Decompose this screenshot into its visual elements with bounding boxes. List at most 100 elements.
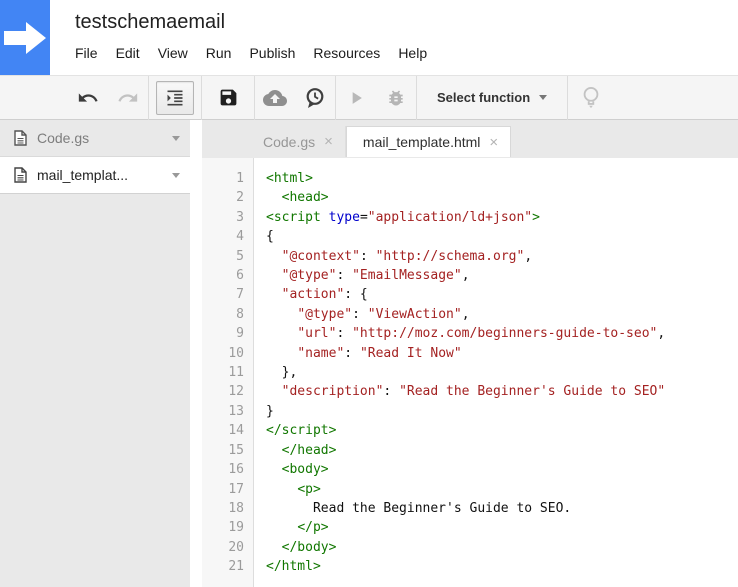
file-name: mail_templat... (37, 167, 129, 183)
menu-help[interactable]: Help (389, 41, 436, 65)
code-token-tag: </html> (266, 559, 321, 575)
history-clock-icon (303, 86, 327, 110)
code-token-tag: </p> (297, 520, 329, 536)
menu-view[interactable]: View (149, 41, 197, 65)
code-line[interactable]: <head> (266, 188, 738, 207)
panel-resizer[interactable] (190, 120, 202, 587)
file-name: Code.gs (37, 130, 90, 146)
line-number: 6 (236, 268, 244, 284)
code-token-plain: Read the Beginner's Guide to SEO. (266, 500, 572, 516)
code-content[interactable]: <html> <head> <script type="application/l… (254, 158, 738, 587)
code-token-tag: </body> (281, 539, 337, 555)
undo-icon (77, 87, 99, 109)
code-line[interactable]: "name": "Read It Now" (266, 344, 738, 363)
chevron-down-icon (539, 95, 548, 100)
menubar: File Edit View Run Publish Resources Hel… (66, 41, 436, 65)
tab-mail-template-html[interactable]: mail_template.html × (345, 126, 512, 157)
code-line[interactable]: Read the Beginner's Guide to SEO. (266, 499, 738, 518)
project-title[interactable]: testschemaemail (75, 9, 436, 35)
code-line[interactable]: </html> (266, 557, 738, 576)
code-line[interactable]: <p> (266, 480, 738, 499)
close-icon[interactable]: × (324, 134, 333, 149)
code-line[interactable]: "url": "http://moz.com/beginners-guide-t… (266, 324, 738, 343)
file-item-code-gs[interactable]: Code.gs (0, 120, 190, 157)
select-function-dropdown[interactable]: Select function (417, 76, 567, 120)
code-token-str: "Read the Beginner's Guide to SEO" (399, 384, 666, 400)
code-token-tag: > (532, 209, 540, 225)
line-number-gutter[interactable]: 1 2 3 4 5 6 7 8 9 10 11 12 13 14 15 16 17 18 19 20 21 (202, 158, 254, 587)
code-token-plain: }, (266, 365, 298, 381)
code-token-plain: : (359, 248, 376, 264)
code-editor[interactable]: 1 2 3 4 5 6 7 8 9 10 11 12 13 14 15 16 17 18 19 20 21 <html>… (202, 158, 738, 587)
line-number: 1 (236, 171, 244, 186)
debug-button[interactable] (376, 76, 416, 120)
menu-edit[interactable]: Edit (107, 41, 149, 65)
history-button[interactable] (295, 76, 335, 120)
tab-code-gs[interactable]: Code.gs × (247, 126, 346, 157)
code-token-tag: <script (266, 209, 321, 225)
indent-button[interactable] (156, 80, 194, 115)
code-token-str: "action" (281, 287, 345, 303)
menu-resources[interactable]: Resources (304, 41, 389, 65)
code-token-tag: <head> (281, 190, 329, 206)
code-line[interactable]: <body> (266, 460, 738, 479)
code-line[interactable]: "@context": "http://schema.org", (266, 247, 738, 266)
code-line[interactable]: } (266, 402, 738, 421)
code-line[interactable]: }, (266, 363, 738, 382)
line-number: 13 (228, 403, 244, 419)
code-line[interactable]: </head> (266, 441, 738, 460)
chevron-down-icon[interactable] (172, 135, 180, 141)
chevron-down-icon[interactable] (172, 172, 180, 178)
save-button[interactable] (202, 76, 254, 120)
code-line[interactable]: </script> (266, 421, 738, 440)
code-line[interactable]: <html> (266, 169, 738, 188)
ideas-button[interactable] (568, 76, 614, 120)
run-button[interactable] (336, 76, 376, 120)
code-line[interactable]: { (266, 227, 738, 246)
close-icon[interactable]: × (489, 135, 498, 150)
code-line[interactable]: <script type="application/ld+json"> (266, 208, 738, 227)
lightbulb-icon (580, 85, 602, 111)
code-token-str: "application/ld+json" (367, 209, 533, 225)
line-number: 21 (228, 559, 244, 575)
line-number: 20 (228, 539, 244, 555)
code-line[interactable]: "@type": "ViewAction", (266, 305, 738, 324)
code-line[interactable]: "description": "Read the Beginner's Guid… (266, 382, 738, 401)
code-token-str: "http://moz.com/beginners-guide-to-seo" (352, 326, 658, 342)
code-token-plain: : (352, 306, 368, 322)
deploy-button[interactable] (255, 76, 295, 120)
menu-publish[interactable]: Publish (240, 41, 304, 65)
undo-button[interactable] (68, 76, 108, 120)
editor-tabbar: Code.gs × mail_template.html × (202, 120, 738, 158)
line-number: 9 (236, 326, 244, 342)
code-line[interactable]: "@type": "EmailMessage", (266, 266, 738, 285)
save-icon (218, 87, 239, 108)
menu-file[interactable]: File (66, 41, 107, 65)
play-icon (346, 88, 366, 108)
code-line[interactable]: </p> (266, 518, 738, 537)
code-token-tag: </head> (281, 442, 337, 458)
code-token-str: "Read It Now" (359, 345, 462, 361)
code-token-plain: = (359, 209, 368, 225)
bug-icon (386, 88, 406, 108)
apps-script-window: testschemaemail File Edit View Run Publi… (0, 0, 738, 587)
line-number: 17 (228, 481, 244, 497)
redo-button[interactable] (108, 76, 148, 120)
line-number: 7 (236, 287, 244, 303)
code-line[interactable]: "action": { (266, 285, 738, 304)
line-number: 5 (236, 248, 244, 264)
menu-run[interactable]: Run (197, 41, 241, 65)
line-number: 3 (236, 209, 244, 225)
tab-label: mail_template.html (362, 134, 481, 150)
code-line[interactable]: </body> (266, 538, 738, 557)
file-item-mail-template[interactable]: mail_templat... (0, 157, 190, 194)
code-token-attr: type (328, 209, 360, 225)
